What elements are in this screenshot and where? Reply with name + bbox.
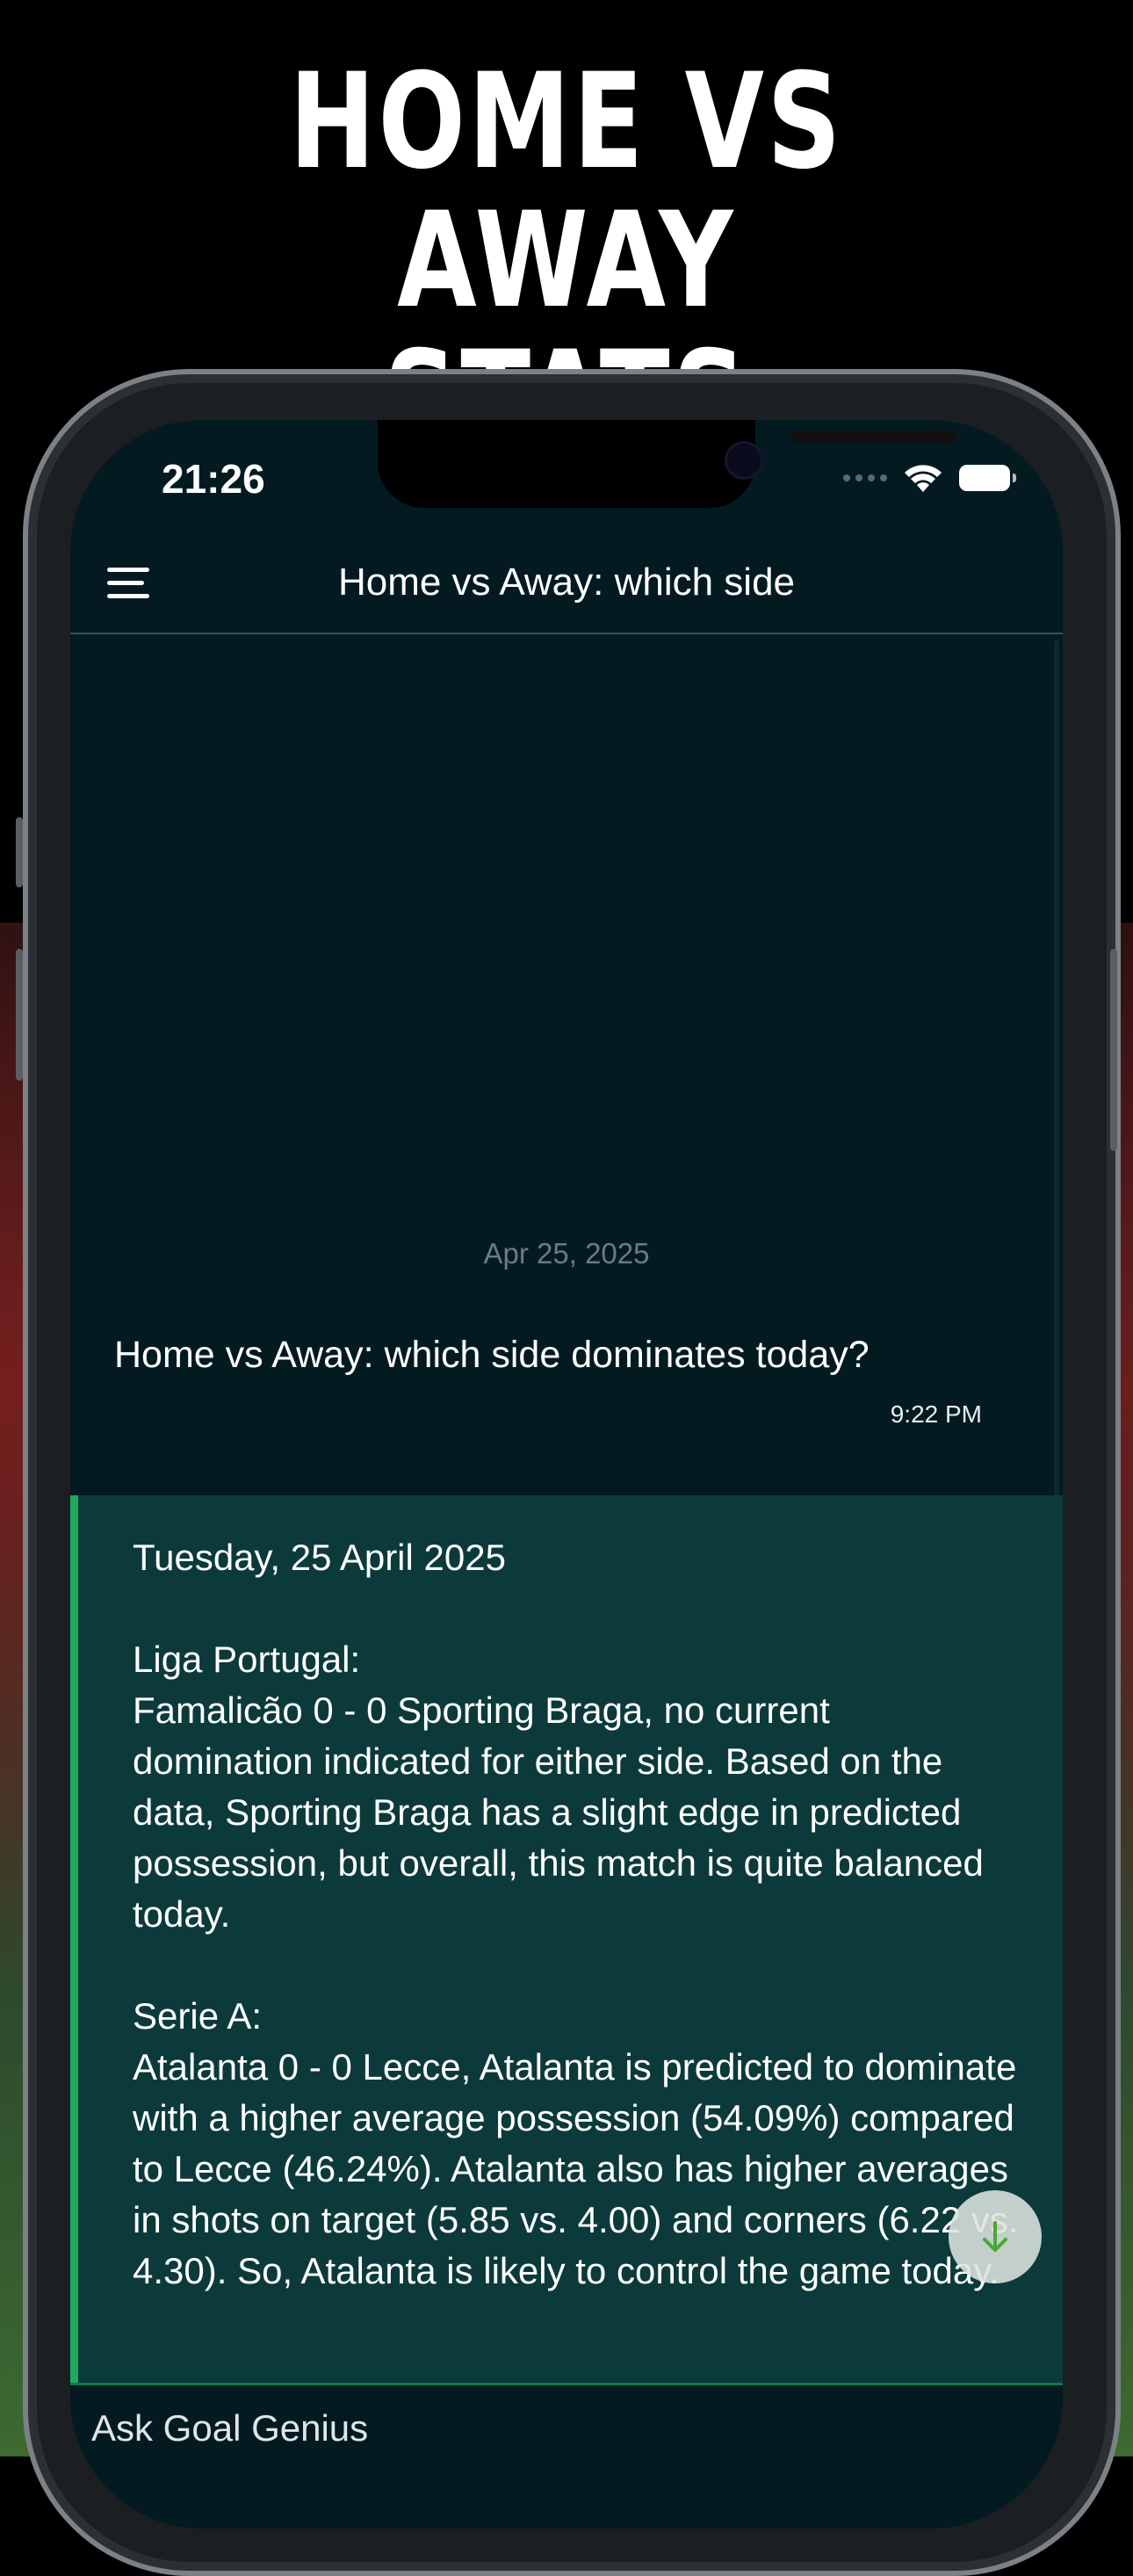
phone-power-button [1110, 949, 1117, 1151]
input-bar [70, 2383, 1063, 2529]
bot-message-date: Tuesday, 25 April 2025 [133, 1537, 506, 1578]
notch [378, 420, 957, 508]
scroll-to-bottom-button[interactable] [949, 2190, 1042, 2283]
bot-section-league: Liga Portugal: [133, 1639, 361, 1680]
date-divider: Apr 25, 2025 [483, 1237, 650, 1270]
bot-message-text: Tuesday, 25 April 2025 Liga Portugal: Fa… [133, 1532, 1020, 2297]
user-message: Home vs Away: which side dominates today… [114, 1334, 870, 1376]
wifi-icon [905, 465, 942, 492]
user-message-time: 9:22 PM [890, 1400, 982, 1428]
status-icons [843, 462, 1016, 494]
bot-section-body: Atalanta 0 - 0 Lecce, Atalanta is predic… [133, 2046, 1019, 2291]
bot-section-league: Serie A: [133, 1995, 263, 2037]
phone-side-button [16, 817, 23, 887]
phone-volume-up-button [16, 949, 23, 1081]
app-bar: Home vs Away: which side [70, 534, 1063, 634]
arrow-down-icon [983, 2221, 1007, 2252]
camera-icon [725, 441, 763, 480]
app-bar-title: Home vs Away: which side [337, 561, 796, 604]
phone-screen: 21:26 Home vs Away: which side Apr 25, 2… [70, 420, 1063, 2529]
battery-icon [959, 465, 1016, 491]
speaker-grille [790, 431, 957, 443]
bot-message: Tuesday, 25 April 2025 Liga Portugal: Fa… [70, 1495, 1063, 2383]
bot-section-body: Famalicão 0 - 0 Sporting Braga, no curre… [133, 1690, 984, 1935]
promo-headline-line1: HOME VS AWAY [289, 46, 844, 337]
status-time: 21:26 [162, 456, 265, 502]
ask-input[interactable] [90, 2401, 971, 2456]
signal-icon [843, 474, 887, 481]
